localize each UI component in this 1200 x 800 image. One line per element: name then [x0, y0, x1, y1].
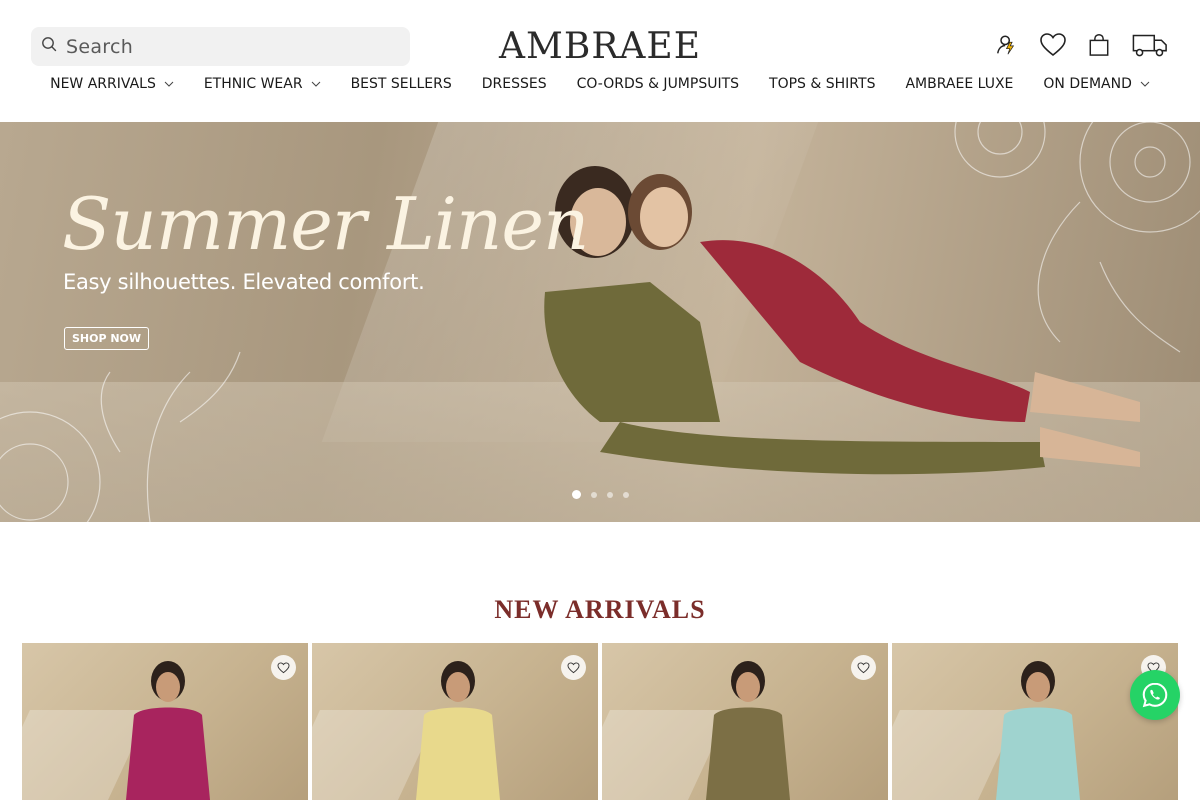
- nav-label: ETHNIC WEAR: [203, 76, 303, 92]
- product-image: [416, 661, 500, 800]
- wishlist-button[interactable]: [561, 655, 586, 680]
- search-icon: [41, 36, 57, 57]
- carousel-dot[interactable]: [591, 491, 597, 498]
- hero-subtitle: Easy silhouettes. Elevated comfort.: [63, 270, 425, 294]
- product-card[interactable]: [892, 643, 1178, 800]
- hero-title: Summer Linen: [62, 182, 589, 266]
- nav-label: DRESSES: [481, 76, 547, 92]
- chevron-down-icon: [1140, 81, 1150, 87]
- nav-label: CO-ORDS & JUMPSUITS: [576, 76, 740, 92]
- carousel-dot[interactable]: [623, 491, 629, 498]
- nav-label: NEW ARRIVALS: [50, 76, 156, 92]
- heart-icon: [277, 661, 290, 673]
- product-image: [996, 661, 1080, 800]
- nav-item-new-arrivals[interactable]: NEW ARRIVALS: [50, 76, 174, 92]
- nav-item-dresses[interactable]: DRESSES: [482, 76, 547, 92]
- chevron-down-icon: [311, 81, 320, 87]
- product-card[interactable]: [602, 643, 888, 800]
- product-card[interactable]: [312, 643, 598, 800]
- nav-item-ambraee-luxe[interactable]: AMBRAEE LUXE: [905, 76, 1013, 92]
- wishlist-button[interactable]: [271, 655, 296, 680]
- heart-icon: [857, 661, 870, 673]
- nav-label: AMBRAEE LUXE: [905, 76, 1014, 92]
- nav-item-co-ords-jumpsuits[interactable]: CO-ORDS & JUMPSUITS: [577, 76, 739, 92]
- search-input[interactable]: [66, 35, 386, 58]
- nav-item-tops-shirts[interactable]: TOPS & SHIRTS: [769, 76, 875, 92]
- nav-item-ethnic-wear[interactable]: ETHNIC WEAR: [204, 76, 321, 92]
- nav-item-on-demand[interactable]: ON DEMAND: [1043, 76, 1150, 92]
- product-grid: [22, 643, 1178, 800]
- nav-label: TOPS & SHIRTS: [769, 76, 876, 92]
- nav-label: BEST SELLERS: [350, 76, 452, 92]
- site-header: AMBRAEE NEW ARRIVALS ETHNIC WEAR BEST SE…: [0, 0, 1200, 122]
- wishlist-button[interactable]: [851, 655, 876, 680]
- cart-icon[interactable]: [1084, 30, 1114, 60]
- carousel-dot[interactable]: [572, 490, 581, 499]
- main-nav: NEW ARRIVALS ETHNIC WEAR BEST SELLERS DR…: [0, 76, 1200, 92]
- whatsapp-chat-button[interactable]: [1130, 670, 1180, 720]
- logo-text: AMBRAEE: [499, 25, 701, 67]
- header-actions: [992, 30, 1170, 60]
- heart-icon: [567, 661, 580, 673]
- product-image: [126, 661, 210, 800]
- carousel-dot[interactable]: [607, 491, 613, 498]
- wishlist-icon[interactable]: [1038, 30, 1068, 60]
- carousel-dots: [572, 490, 629, 499]
- nav-item-best-sellers[interactable]: BEST SELLERS: [351, 76, 452, 92]
- shop-now-button[interactable]: SHOP NOW: [64, 327, 149, 350]
- delivery-truck-icon[interactable]: [1130, 30, 1170, 60]
- account-icon[interactable]: [992, 30, 1022, 60]
- whatsapp-icon: [1142, 682, 1168, 708]
- search-bar[interactable]: [31, 27, 410, 66]
- chevron-down-icon: [164, 81, 174, 87]
- nav-label: ON DEMAND: [1043, 76, 1132, 92]
- product-card[interactable]: [22, 643, 308, 800]
- product-image: [706, 661, 790, 800]
- brand-logo[interactable]: AMBRAEE: [499, 22, 701, 70]
- section-title: NEW ARRIVALS: [494, 595, 706, 624]
- hero-banner[interactable]: Summer Linen Easy silhouettes. Elevated …: [0, 122, 1200, 522]
